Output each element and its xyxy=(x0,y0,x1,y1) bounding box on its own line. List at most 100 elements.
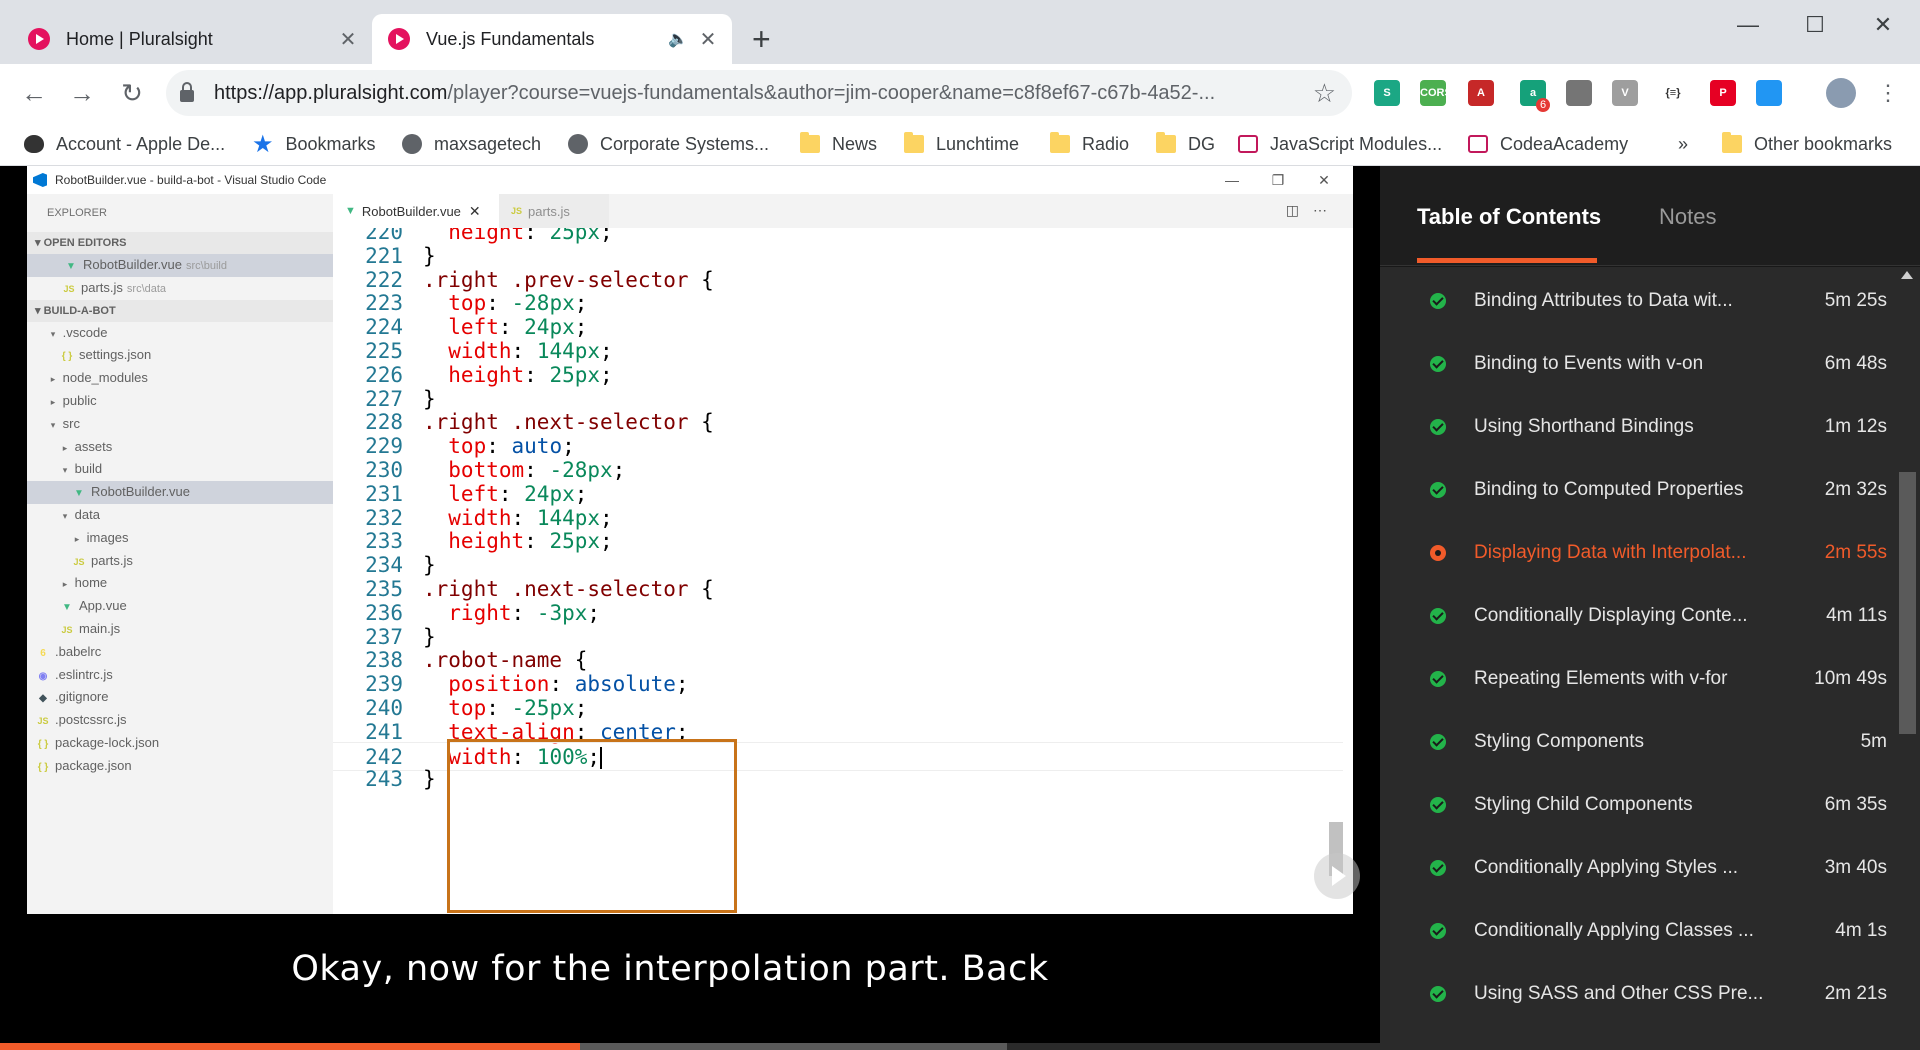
reload-icon[interactable]: ↻ xyxy=(114,76,150,112)
play-overlay-icon[interactable] xyxy=(1314,853,1360,899)
bookmark-item[interactable]: CodeaAcademy xyxy=(1468,122,1628,166)
tab-notes[interactable]: Notes xyxy=(1659,204,1716,230)
code-token: top xyxy=(423,434,487,459)
url-text[interactable]: https://app.pluralsight.com/player?cours… xyxy=(214,82,1313,105)
bookmark-item[interactable]: maxsagetech xyxy=(402,122,541,166)
browser-tab-home[interactable]: Home | Pluralsight ✕ xyxy=(12,14,372,64)
bookmark-item[interactable]: » xyxy=(1678,122,1688,166)
clip-item[interactable]: Styling Components 5m xyxy=(1380,710,1900,773)
bookmark-item[interactable]: Account - Apple De... xyxy=(24,122,225,166)
tree-item-label: images xyxy=(86,529,129,545)
progress-played xyxy=(0,1043,580,1050)
code-token: left xyxy=(423,315,499,340)
clip-item[interactable]: Binding to Computed Properties 2m 32s xyxy=(1380,458,1900,521)
close-window-button[interactable]: ✕ xyxy=(1855,8,1911,42)
bookmark-item[interactable]: Lunchtime xyxy=(904,122,1019,166)
code-token: ; xyxy=(562,434,575,459)
clip-item[interactable]: Conditionally Applying Styles ... 3m 40s xyxy=(1380,836,1900,899)
grammarly-badge: 6 xyxy=(1536,98,1551,112)
bookmark-label: CodeaAcademy xyxy=(1500,133,1629,154)
code-token: ; xyxy=(574,315,588,340)
tree-item-label: package.json xyxy=(55,757,132,773)
clip-title: Repeating Elements with v-for xyxy=(1474,667,1728,689)
bookmark-star-icon[interactable]: ☆ xyxy=(1313,78,1336,109)
clip-item[interactable]: Styling Child Components 6m 35s xyxy=(1380,773,1900,836)
clip-item[interactable]: Conditionally Applying Classes ... 4m 1s xyxy=(1380,899,1900,962)
speaker-icon[interactable]: 🔈 xyxy=(668,29,688,49)
bookmark-item[interactable]: Other bookmarks xyxy=(1722,122,1892,166)
scroll-up-icon[interactable] xyxy=(1901,271,1913,279)
profile-avatar[interactable] xyxy=(1826,78,1856,108)
chrome-menu-icon[interactable]: ⋮ xyxy=(1870,76,1906,112)
bookmark-item[interactable]: JavaScript Modules... xyxy=(1238,122,1442,166)
code-token: .right .prev-selector xyxy=(423,267,689,292)
forward-arrow-icon[interactable]: → xyxy=(64,76,100,112)
bookmark-item[interactable]: Corporate Systems... xyxy=(568,122,769,166)
cors-extension-icon[interactable]: CORS xyxy=(1420,80,1452,106)
code-token: auto xyxy=(511,434,563,459)
clip-duration: 4m 11s xyxy=(1826,604,1887,626)
vue-devtools-extension-icon[interactable]: V xyxy=(1612,80,1638,106)
bookmark-label: Account - Apple De... xyxy=(56,133,226,154)
video-progress-bar[interactable] xyxy=(0,1043,1380,1050)
maximize-window-button[interactable]: ☐ xyxy=(1787,8,1843,42)
s-extension-icon[interactable]: S xyxy=(1374,80,1400,106)
close-tab-icon[interactable]: ✕ xyxy=(334,27,362,52)
clip-title: Conditionally Applying Styles ... xyxy=(1474,856,1739,878)
video-player[interactable]: RobotBuilder.vue - build-a-bot - Visual … xyxy=(0,166,1380,1050)
address-bar[interactable]: https://app.pluralsight.com/player?cours… xyxy=(166,70,1352,116)
chevron-right-icon: ▸ xyxy=(50,374,56,385)
tree-item: JS main.js xyxy=(27,618,333,641)
comment-extension-icon[interactable] xyxy=(1566,80,1592,106)
open-editor-item: ▼ RobotBuilder.vue src\build xyxy=(27,254,333,277)
bookmark-item[interactable]: Radio xyxy=(1050,122,1129,166)
tree-item-label: package-lock.json xyxy=(55,734,160,750)
open-editor-item: JS parts.js src\data xyxy=(27,277,333,300)
back-arrow-icon[interactable]: ← xyxy=(16,76,52,112)
tree-item-label: data xyxy=(74,506,100,522)
code-token: } xyxy=(423,243,436,268)
tree-item-label: parts.js xyxy=(91,552,133,568)
scrollbar-thumb[interactable] xyxy=(1899,472,1916,734)
pinterest-extension-icon[interactable]: P xyxy=(1710,80,1736,106)
tree-item: JS parts.js xyxy=(27,550,333,573)
tree-item: ▸ public xyxy=(27,390,333,413)
code-token: height xyxy=(423,529,525,554)
clip-item[interactable]: Binding Attributes to Data wit... 5m 25s xyxy=(1380,269,1900,332)
folder-icon xyxy=(1722,132,1742,153)
tab-table-of-contents[interactable]: Table of Contents xyxy=(1417,204,1601,230)
json-file-icon: { } xyxy=(37,761,49,773)
json-extension-icon[interactable]: {≡} xyxy=(1660,80,1686,106)
pdf-extension-icon[interactable]: A xyxy=(1468,80,1494,106)
messenger-extension-icon[interactable] xyxy=(1756,80,1782,106)
bookmark-item[interactable]: DG xyxy=(1156,122,1215,166)
vue-file-icon: ▼ xyxy=(62,602,72,614)
clip-list-scrollbar[interactable] xyxy=(1895,267,1920,1050)
bookmark-item[interactable]: ★ Bookmarks xyxy=(252,122,376,166)
close-tab-icon[interactable]: ✕ xyxy=(694,27,722,52)
clip-item[interactable]: Binding to Events with v-on 6m 48s xyxy=(1380,332,1900,395)
clip-item[interactable]: Conditionally Displaying Conte... 4m 11s xyxy=(1380,584,1900,647)
completed-check-icon xyxy=(1430,418,1446,435)
folder-icon xyxy=(1050,132,1070,153)
project-section: ▾ BUILD-A-BOT xyxy=(27,299,333,322)
code-token: top xyxy=(423,696,487,720)
browser-tab-vuejs[interactable]: Vue.js Fundamentals 🔈 ✕ xyxy=(372,14,732,64)
vue-file-icon: ▼ xyxy=(345,205,356,217)
site-icon xyxy=(1468,135,1488,153)
tree-item-label: RobotBuilder.vue xyxy=(91,484,191,500)
vscode-explorer: EXPLORER ▾ OPEN EDITORS ▼ RobotBuilder.vu… xyxy=(27,194,333,914)
bookmark-item[interactable]: News xyxy=(800,122,877,166)
site-icon xyxy=(1238,135,1258,153)
js-file-icon: JS xyxy=(61,624,73,635)
completed-check-icon xyxy=(1430,985,1446,1002)
lock-icon[interactable] xyxy=(180,82,194,102)
clip-title: Conditionally Applying Classes ... xyxy=(1474,919,1754,941)
minimize-window-button[interactable]: — xyxy=(1720,8,1776,42)
clip-item[interactable]: Repeating Elements with v-for 10m 49s xyxy=(1380,647,1900,710)
new-tab-button[interactable]: + xyxy=(752,20,771,58)
clip-item[interactable]: Using SASS and Other CSS Pre... 2m 21s xyxy=(1380,962,1900,1025)
clip-item[interactable]: Displaying Data with Interpolat... 2m 55s xyxy=(1380,521,1900,584)
js-file-icon: JS xyxy=(63,283,75,294)
clip-item[interactable]: Using Shorthand Bindings 1m 12s xyxy=(1380,395,1900,458)
